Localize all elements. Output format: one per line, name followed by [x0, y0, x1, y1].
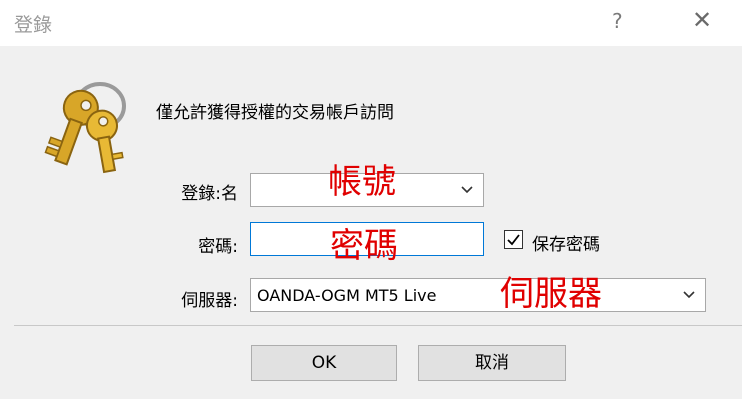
title-bar: 登錄 ? ✕ — [0, 0, 742, 46]
server-value: OANDA-OGM MT5 Live — [257, 286, 437, 305]
access-description: 僅允許獲得授權的交易帳戶訪問 — [156, 103, 394, 123]
annotation-server: 伺服器 — [500, 274, 602, 314]
annotation-account: 帳號 — [328, 162, 396, 202]
login-dialog: 登錄 ? ✕ 僅允許獲得授權的交易帳戶訪問 登錄:名 帳號 密碼: 密碼 保存密… — [0, 0, 742, 399]
help-button[interactable]: ? — [612, 9, 623, 33]
save-password-label[interactable]: 保存密碼 — [532, 230, 600, 255]
window-title: 登錄 — [14, 14, 53, 36]
ok-button[interactable]: OK — [251, 345, 397, 381]
login-label: 登錄:名 — [181, 184, 238, 204]
dialog-body: 僅允許獲得授權的交易帳戶訪問 登錄:名 帳號 密碼: 密碼 保存密碼 伺服器: … — [0, 46, 742, 399]
cancel-button[interactable]: 取消 — [418, 345, 566, 381]
server-combobox[interactable]: OANDA-OGM MT5 Live — [250, 278, 706, 312]
separator — [14, 325, 742, 326]
keys-icon — [44, 82, 126, 174]
annotation-password: 密碼 — [330, 226, 398, 266]
close-button[interactable]: ✕ — [692, 6, 712, 34]
chevron-down-icon[interactable] — [459, 182, 475, 198]
checkmark-icon — [507, 234, 520, 246]
server-label: 伺服器: — [181, 291, 238, 311]
save-password-checkbox[interactable] — [504, 230, 523, 249]
password-label: 密碼: — [198, 237, 238, 257]
chevron-down-icon[interactable] — [681, 287, 697, 303]
